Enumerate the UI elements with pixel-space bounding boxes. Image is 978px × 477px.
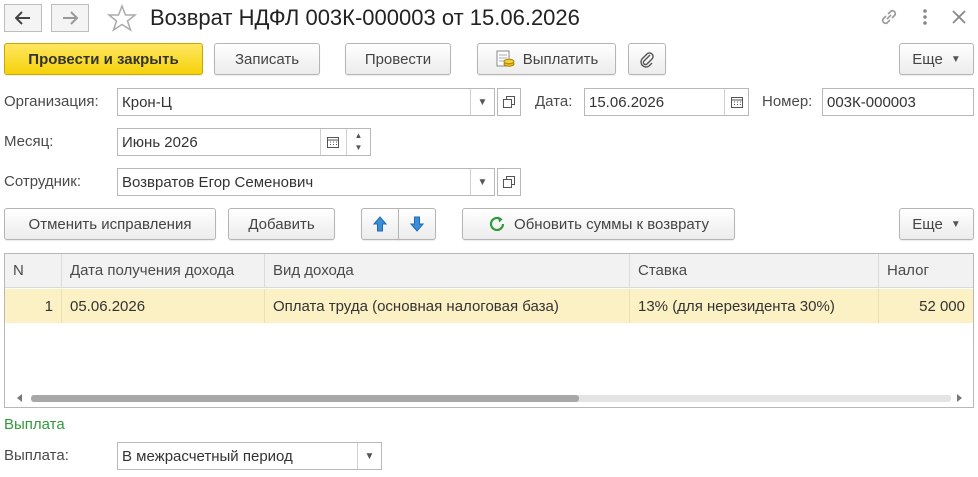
payment-label: Выплата:	[4, 447, 69, 464]
organization-field[interactable]: Крон-Ц ▼	[117, 88, 495, 116]
employee-field[interactable]: Возвратов Егор Семенович ▼	[117, 168, 495, 196]
menu-kebab-icon[interactable]	[914, 6, 936, 28]
cell-rate: 13% (для нерезидента 30%)	[630, 289, 879, 323]
refresh-amounts-label: Обновить суммы к возврату	[514, 215, 709, 233]
arrow-left-icon	[15, 11, 30, 25]
column-header-tax[interactable]: Налог	[879, 254, 973, 288]
refresh-amounts-button[interactable]: Обновить суммы к возврату	[462, 208, 735, 240]
date-value: 15.06.2026	[589, 93, 665, 111]
move-up-button[interactable]	[361, 208, 399, 240]
table-more-button[interactable]: Еще ▼	[899, 208, 974, 240]
page-title: Возврат НДФЛ 003К-000003 от 15.06.2026	[150, 5, 580, 30]
organization-open-button[interactable]	[497, 88, 521, 116]
cell-tax: 52 000	[879, 289, 973, 323]
arrow-down-icon	[410, 216, 424, 232]
number-field[interactable]: 003К-000003	[822, 88, 974, 116]
more-button[interactable]: Еще ▼	[899, 43, 974, 75]
stepper-down-icon[interactable]: ▼	[355, 142, 363, 154]
date-label: Дата:	[535, 93, 573, 110]
chevron-down-icon[interactable]: ▼	[470, 89, 494, 115]
pay-button[interactable]: Выплатить	[477, 43, 616, 75]
payment-select[interactable]: В межрасчетный период ▼	[117, 442, 382, 470]
favorite-star-icon[interactable]	[106, 3, 138, 32]
forward-button[interactable]	[51, 4, 89, 32]
attach-button[interactable]	[628, 43, 666, 75]
employee-open-button[interactable]	[497, 168, 521, 196]
calendar-icon[interactable]	[320, 129, 344, 155]
payment-value: В межрасчетный период	[122, 447, 293, 465]
column-header-date[interactable]: Дата получения дохода	[62, 254, 265, 288]
income-table: N Дата получения дохода Вид дохода Ставк…	[4, 253, 974, 408]
month-value: Июнь 2026	[122, 133, 198, 151]
employee-value: Возвратов Егор Семенович	[122, 173, 314, 191]
organization-value: Крон-Ц	[122, 93, 172, 111]
chevron-down-icon: ▼	[950, 218, 961, 230]
scroll-left-icon[interactable]	[17, 394, 22, 402]
arrow-right-icon	[63, 11, 78, 25]
date-field[interactable]: 15.06.2026	[584, 88, 749, 116]
cancel-corrections-button[interactable]: Отменить исправления	[4, 208, 216, 240]
move-down-button[interactable]	[398, 208, 436, 240]
cell-date: 05.06.2026	[62, 289, 265, 323]
calendar-icon[interactable]	[724, 89, 748, 115]
back-button[interactable]	[4, 4, 42, 32]
column-header-n[interactable]: N	[5, 254, 62, 288]
open-window-icon	[503, 176, 515, 188]
scroll-right-icon[interactable]	[957, 394, 962, 402]
column-header-income-type[interactable]: Вид дохода	[265, 254, 630, 288]
open-window-icon	[503, 96, 515, 108]
pay-button-label: Выплатить	[522, 50, 599, 68]
more-button-label: Еще	[912, 50, 943, 68]
document-coins-icon	[496, 50, 515, 67]
month-label: Месяц:	[4, 133, 54, 150]
scrollbar-thumb[interactable]	[31, 395, 579, 402]
payment-section-title: Выплата	[4, 416, 65, 433]
chevron-down-icon[interactable]: ▼	[357, 443, 381, 469]
arrow-up-icon	[373, 216, 387, 232]
month-field[interactable]: Июнь 2026 ▲ ▼	[117, 128, 371, 156]
number-value: 003К-000003	[827, 93, 916, 111]
employee-label: Сотрудник:	[4, 173, 82, 190]
refresh-icon	[489, 216, 505, 232]
organization-label: Организация:	[4, 93, 99, 110]
close-icon[interactable]	[948, 6, 970, 28]
cell-n: 1	[5, 289, 62, 323]
number-label: Номер:	[762, 93, 813, 110]
post-and-close-button[interactable]: Провести и закрыть	[4, 43, 203, 75]
save-button[interactable]: Записать	[214, 43, 320, 75]
post-button[interactable]: Провести	[345, 43, 451, 75]
month-stepper[interactable]: ▲ ▼	[346, 129, 370, 155]
chevron-down-icon: ▼	[950, 53, 961, 65]
stepper-up-icon[interactable]: ▲	[355, 130, 363, 142]
chevron-down-icon[interactable]: ▼	[470, 169, 494, 195]
paperclip-icon	[640, 52, 654, 68]
add-row-button[interactable]: Добавить	[228, 208, 335, 240]
cell-income-type: Оплата труда (основная налоговая база)	[265, 289, 630, 323]
column-header-rate[interactable]: Ставка	[630, 254, 879, 288]
table-more-label: Еще	[912, 215, 943, 233]
link-icon[interactable]	[878, 6, 900, 28]
horizontal-scrollbar[interactable]	[17, 393, 963, 403]
